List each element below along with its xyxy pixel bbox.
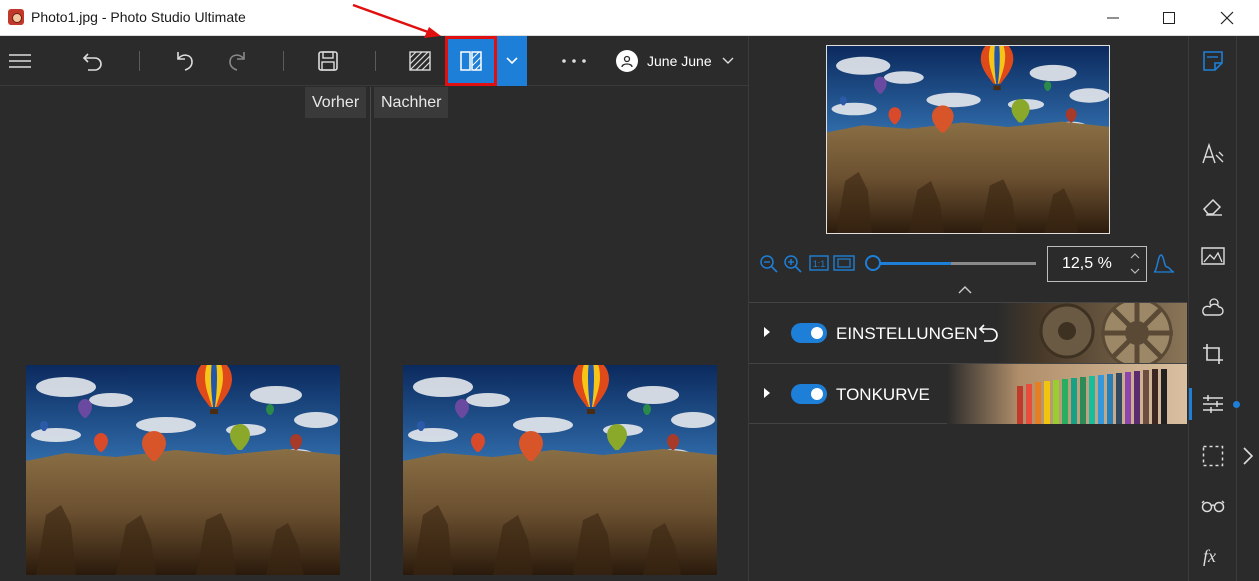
fit-icon[interactable] — [833, 255, 855, 271]
redo-icon — [229, 52, 245, 71]
panel-title: TONKURVE — [836, 385, 930, 404]
main-area: June June Vorher Nachher — [0, 36, 748, 581]
minimize-button[interactable] — [1086, 0, 1140, 36]
sidebar-item-weather[interactable] — [1189, 286, 1237, 326]
svg-text:fx: fx — [1203, 546, 1216, 566]
pencils-banner — [947, 364, 1187, 424]
user-name: June June — [647, 53, 712, 69]
sidebar-item-crop[interactable] — [1189, 334, 1237, 374]
close-icon — [1220, 11, 1234, 25]
app-window: Photo1.jpg - Photo Studio Ultimate June … — [0, 0, 1259, 581]
expand-caret-icon[interactable] — [763, 387, 771, 399]
sidebar-item-eraser[interactable] — [1189, 186, 1237, 226]
before-after-icon — [409, 51, 431, 71]
chevron-down-icon — [722, 57, 734, 64]
zoom-value: 12,5 % — [1062, 255, 1112, 272]
app-logo-icon — [8, 9, 24, 25]
sidebar-item-adjust[interactable] — [1189, 384, 1237, 424]
text-icon — [1202, 143, 1224, 164]
after-photo — [403, 365, 717, 575]
toolbar: June June — [0, 36, 748, 86]
view-dropdown-button[interactable] — [497, 36, 527, 86]
collapse-caret-icon[interactable] — [957, 285, 973, 295]
save-icon — [318, 51, 338, 71]
weather-icon — [1202, 298, 1224, 316]
redo-button[interactable] — [218, 36, 256, 86]
sidebar-item-selection[interactable] — [1189, 436, 1237, 476]
menu-button[interactable] — [0, 36, 40, 86]
undo-button[interactable] — [166, 36, 204, 86]
zoom-slider[interactable] — [871, 262, 1036, 265]
maximize-icon — [1163, 12, 1175, 24]
zoom-in-icon[interactable] — [783, 254, 803, 274]
zoom-controls: 1:1 12,5 % — [749, 244, 1189, 284]
save-button[interactable] — [309, 36, 347, 86]
user-menu[interactable]: June June — [616, 36, 742, 86]
window-title: Photo1.jpg - Photo Studio Ultimate — [31, 9, 246, 25]
more-icon — [562, 59, 586, 63]
image-icon — [1201, 247, 1225, 265]
einstellungen-toggle[interactable] — [791, 323, 827, 343]
chevron-right-icon[interactable] — [1243, 447, 1253, 465]
more-button[interactable] — [556, 36, 592, 86]
svg-text:1:1: 1:1 — [813, 259, 826, 269]
avatar — [616, 50, 638, 72]
reset-icon[interactable] — [978, 323, 1000, 343]
tool-sidebar: fx — [1188, 36, 1236, 581]
after-label: Nachher — [374, 87, 449, 118]
eraser-icon — [1202, 198, 1222, 216]
zoom-slider-handle[interactable] — [865, 255, 881, 271]
gears-banner — [997, 303, 1187, 363]
close-button[interactable] — [1200, 0, 1254, 36]
minimize-icon — [1107, 17, 1119, 19]
chevron-down-icon — [506, 57, 518, 65]
split-view-icon — [460, 51, 482, 71]
before-photo — [26, 365, 340, 575]
sidebar-item-text[interactable] — [1189, 134, 1237, 174]
title-bar: Photo1.jpg - Photo Studio Ultimate — [0, 0, 1259, 36]
before-after-button[interactable] — [401, 36, 439, 86]
actual-size-icon[interactable]: 1:1 — [809, 255, 829, 271]
sidebar-item-image[interactable] — [1189, 236, 1237, 276]
zoom-value-field[interactable]: 12,5 % — [1047, 246, 1147, 282]
reset-icon — [82, 53, 102, 71]
compare-canvas[interactable]: Vorher Nachher — [0, 87, 748, 581]
user-icon — [621, 55, 633, 67]
panel-title: EINSTELLUNGEN — [836, 324, 978, 343]
undo-icon — [177, 52, 193, 71]
expand-caret-icon[interactable] — [763, 326, 771, 338]
right-panel: 1:1 12,5 % EINSTELLUNGEN TONKURVE — [748, 36, 1188, 581]
split-divider[interactable] — [370, 87, 371, 581]
maximize-button[interactable] — [1142, 0, 1196, 36]
tonkurve-toggle[interactable] — [791, 384, 827, 404]
glasses-icon — [1201, 500, 1225, 513]
sidebar-item-edit[interactable] — [1189, 41, 1237, 81]
histogram-icon[interactable] — [1153, 253, 1175, 273]
stepper-down-icon[interactable] — [1130, 268, 1140, 275]
stepper-up-icon[interactable] — [1130, 252, 1140, 259]
sidebar-item-fx[interactable]: fx — [1189, 536, 1237, 576]
reset-button[interactable] — [74, 36, 112, 86]
crop-icon — [1203, 344, 1223, 364]
selection-icon — [1202, 445, 1224, 467]
before-label: Vorher — [305, 87, 367, 118]
panel-collapse-strip[interactable] — [1233, 36, 1259, 581]
panel-einstellungen[interactable]: EINSTELLUNGEN — [749, 302, 1187, 363]
fx-icon: fx — [1203, 546, 1216, 566]
menu-icon — [9, 54, 31, 68]
sidebar-item-glasses[interactable] — [1189, 486, 1237, 526]
navigator-thumbnail[interactable] — [826, 45, 1110, 234]
edit-icon — [1203, 51, 1223, 71]
split-view-button[interactable] — [445, 36, 497, 86]
strip-indicator — [1233, 401, 1240, 408]
panel-tonkurve[interactable]: TONKURVE — [749, 363, 1187, 424]
adjust-icon — [1203, 395, 1223, 413]
zoom-out-icon[interactable] — [759, 254, 779, 274]
